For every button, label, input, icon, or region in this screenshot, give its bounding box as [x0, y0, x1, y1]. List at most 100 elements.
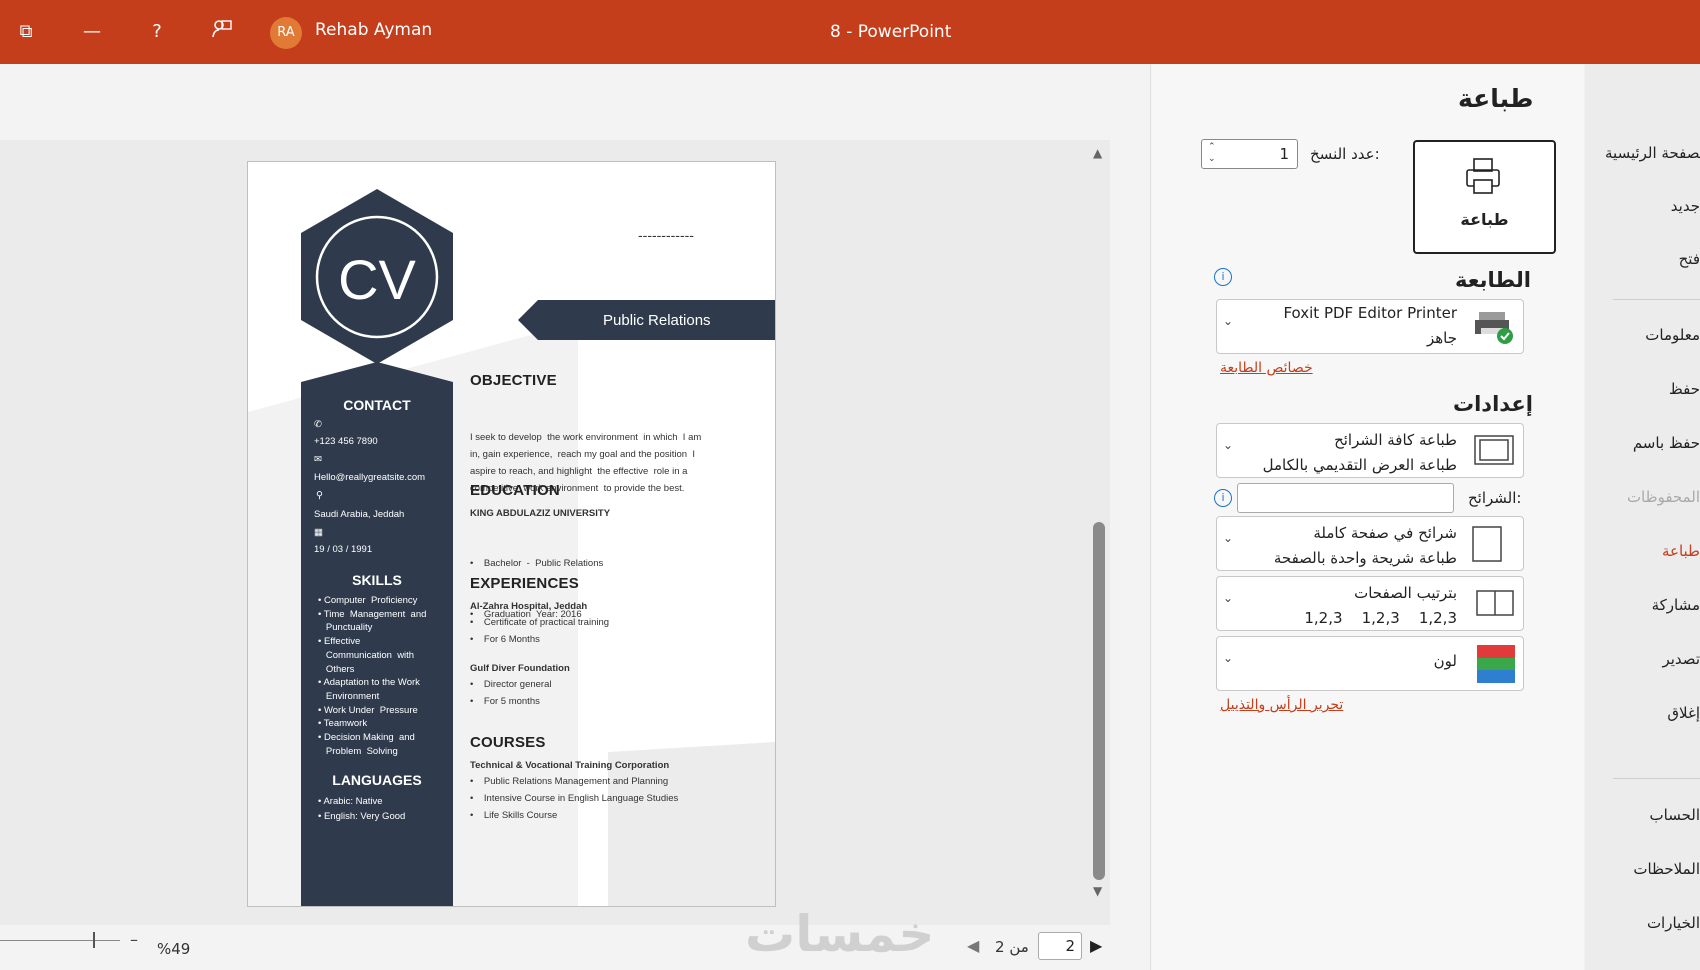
title-bar: ⧉ — ? RA Rehab Ayman 8 - PowerPoint [0, 0, 1700, 64]
location-icon: ⚲ [316, 490, 323, 501]
layout-dropdown[interactable]: ⌄ شرائح في صفحة كاملة طباعة شريحة واحدة … [1216, 516, 1524, 571]
slides-range-icon [1474, 435, 1514, 465]
cv-monogram-text: CV [338, 248, 416, 311]
zoom-slider-track[interactable] [0, 940, 120, 941]
nav-item-share[interactable]: مشاركة [1652, 596, 1700, 614]
birthdate: 19 / 03 / 1991 [314, 544, 373, 555]
skill-item: Punctuality [318, 622, 373, 634]
zoom-out-button[interactable]: – [130, 930, 138, 949]
copies-spinner-icon[interactable]: ⌃ ⌄ [1208, 141, 1216, 165]
settings-section-title: إعدادات [1453, 392, 1533, 416]
user-name[interactable]: Rehab Ayman [315, 20, 432, 40]
page-title: طباعة [1458, 84, 1534, 113]
skill-item: • Computer Proficiency [318, 595, 418, 606]
color-dropdown[interactable]: ⌄ لون [1216, 636, 1524, 691]
nav-item-save-as[interactable]: حفظ باسم [1633, 434, 1700, 452]
collation-description: 1,2,3 1,2,3 1,2,3 [1304, 609, 1457, 627]
document-title: 8 - PowerPoint [830, 22, 952, 42]
job-title: Public Relations [603, 312, 711, 329]
scroll-down-icon[interactable]: ▼ [1093, 884, 1102, 898]
info-icon[interactable]: i [1214, 489, 1232, 507]
experience-title: Gulf Diver Foundation [470, 663, 570, 674]
slides-input[interactable] [1237, 483, 1454, 513]
printer-icon [1466, 158, 1500, 194]
scrollbar-thumb[interactable] [1093, 522, 1105, 880]
skill-item: • Adaptation to the Work [318, 677, 420, 689]
nav-item-options[interactable]: الخيارات [1647, 914, 1700, 932]
comments-icon[interactable] [208, 18, 236, 46]
skill-item: • Teamwork [318, 718, 368, 730]
slide-preview: CV ------------ Public Relations CONTACT… [247, 161, 776, 907]
courses-items: • Public Relations Management and Planni… [470, 776, 679, 821]
phone-number: +123 456 7890 [314, 436, 378, 447]
printer-device-icon [1475, 312, 1513, 344]
watermark-logo: خمسات [745, 905, 935, 963]
chevron-down-icon: ⌄ [1223, 314, 1234, 328]
experiences-heading: EXPERIENCES [470, 575, 579, 592]
edit-header-footer-link[interactable]: تحرير الرأس والتذييل [1220, 697, 1343, 713]
chevron-down-icon: ⌄ [1223, 438, 1234, 452]
education-school: KING ABDULAZIZ UNIVERSITY [470, 508, 611, 519]
nav-item-save[interactable]: حفظ [1669, 380, 1700, 398]
skill-item: • Work Under Pressure [318, 704, 418, 716]
nav-item-open[interactable]: فتح [1679, 250, 1700, 268]
restore-window-icon[interactable]: ⧉ [12, 18, 40, 46]
courses-org: Technical & Vocational Training Corporat… [470, 760, 670, 771]
copies-input[interactable]: ⌃ ⌄ 1 [1201, 139, 1298, 169]
copies-label: عدد النسخ: [1310, 145, 1380, 163]
courses-heading: COURSES [470, 734, 546, 751]
color-mode-icon [1477, 645, 1515, 683]
next-page-icon[interactable]: ▶ [1090, 936, 1102, 955]
layout-description: طباعة شريحة واحدة بالصفحة [1273, 549, 1457, 567]
nav-item-home[interactable]: الصفحة الرئيسية [1605, 144, 1700, 162]
education-heading: EDUCATION [470, 482, 560, 499]
languages-heading: LANGUAGES [332, 772, 422, 788]
chevron-down-icon: ⌄ [1223, 651, 1234, 665]
sidebar-roof [301, 362, 453, 392]
page-number-input[interactable]: 2 [1038, 932, 1082, 960]
nav-item-new[interactable]: جديد [1671, 197, 1700, 215]
print-range-dropdown[interactable]: ⌄ طباعة كافة الشرائح طباعة العرض التقديم… [1216, 423, 1524, 478]
minimize-icon[interactable]: — [78, 18, 106, 46]
help-icon[interactable]: ? [143, 18, 171, 46]
collation-dropdown[interactable]: ⌄ بترتيب الصفحات 1,2,3 1,2,3 1,2,3 [1216, 576, 1524, 631]
printer-name: Foxit PDF Editor Printer [1283, 304, 1457, 322]
email-icon: ✉ [314, 454, 322, 465]
skills-heading: SKILLS [352, 572, 402, 588]
skills-list: • Computer Proficiency • Time Management … [318, 594, 426, 758]
nav-item-account[interactable]: الحساب [1650, 806, 1700, 824]
print-button[interactable]: طباعة [1413, 140, 1556, 254]
scroll-up-icon[interactable]: ▲ [1093, 146, 1102, 160]
nav-divider [1613, 778, 1700, 779]
nav-item-info[interactable]: معلومات [1645, 326, 1700, 344]
backstage-nav: الصفحة الرئيسية جديد فتح معلومات حفظ حفظ… [1585, 64, 1700, 970]
print-range-description: طباعة العرض التقديمي بالكامل [1262, 456, 1457, 474]
language-item: • Arabic: Native [318, 796, 383, 807]
email-address: Hello@reallygreatsite.com [314, 472, 426, 483]
nav-item-feedback[interactable]: الملاحظات [1633, 860, 1700, 878]
zoom-level[interactable]: %49 [157, 940, 190, 958]
nav-item-history[interactable]: المحفوظات [1627, 488, 1700, 506]
slides-label: الشرائح: [1468, 489, 1522, 507]
skill-item: Others [318, 663, 355, 675]
previous-page-icon[interactable]: ◀ [967, 936, 979, 955]
printer-section-title: الطابعة [1455, 268, 1531, 292]
skill-item: Communication with [318, 649, 415, 661]
full-page-slide-icon [1472, 526, 1502, 562]
skill-item: • Effective [318, 636, 361, 648]
calendar-icon: ▦ [314, 527, 323, 538]
collation-value: بترتيب الصفحات [1354, 584, 1457, 602]
printer-dropdown[interactable]: ⌄ Foxit PDF Editor Printer جاهز [1216, 299, 1524, 354]
experience-title: Al-Zahra Hospital, Jeddah [470, 601, 588, 612]
zoom-slider-thumb[interactable] [93, 932, 95, 948]
avatar[interactable]: RA [270, 17, 302, 49]
nav-item-export[interactable]: تصدير [1662, 650, 1700, 668]
printer-properties-link[interactable]: خصائص الطابعة [1220, 360, 1313, 376]
collated-pages-icon [1476, 590, 1514, 616]
language-item: • English: Very Good [318, 811, 406, 822]
nav-item-close[interactable]: إغلاق [1667, 704, 1700, 722]
objective-heading: OBJECTIVE [470, 372, 557, 389]
nav-item-print[interactable]: طباعة [1662, 542, 1700, 560]
location-text: Saudi Arabia, Jeddah [314, 509, 405, 520]
info-icon[interactable]: i [1214, 268, 1232, 286]
